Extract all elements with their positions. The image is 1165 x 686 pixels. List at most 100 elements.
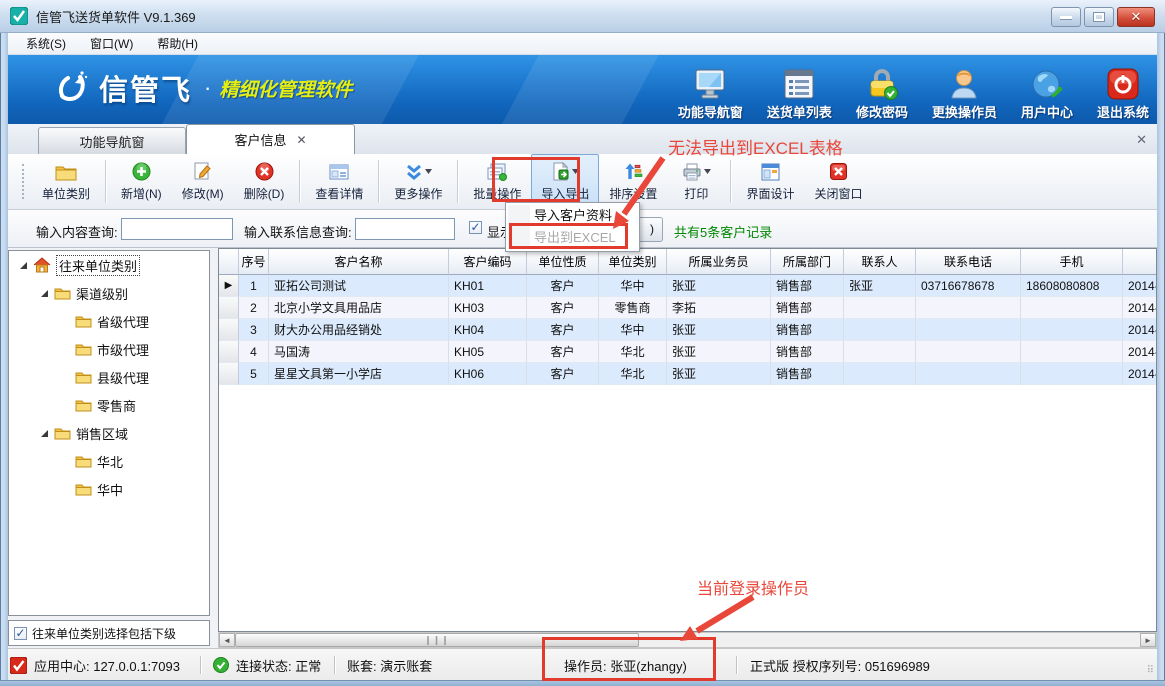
table-row[interactable]: ▶1亚拓公司测试KH01客户华中张亚销售部张亚03716678678186080…	[219, 275, 1156, 297]
banner-action-power[interactable]: 退出系统	[1095, 61, 1151, 121]
toolbar-button-label: 界面设计	[746, 185, 794, 202]
table-cell: 3	[239, 319, 269, 341]
menu-item-2[interactable]: 帮助(H)	[145, 33, 210, 54]
column-header-0[interactable]	[219, 249, 239, 275]
banner-action-label: 功能导航窗	[678, 102, 743, 121]
tab-customer-info[interactable]: 客户信息✕	[186, 124, 355, 154]
menu-item-1[interactable]: 窗口(W)	[78, 33, 145, 54]
tree-node-8[interactable]: 华中	[9, 475, 209, 503]
toolbar-button-detail[interactable]: 查看详情	[305, 154, 373, 209]
column-header-7[interactable]: 所属部门	[771, 249, 844, 275]
column-header-10[interactable]: 手机	[1021, 249, 1123, 275]
query-label: 输入内容查询:	[36, 222, 118, 241]
toolbar-button-delete[interactable]: 删除(D)	[234, 154, 295, 209]
column-header-8[interactable]: 联系人	[844, 249, 916, 275]
column-header-1[interactable]: 序号	[239, 249, 269, 275]
tree-node-5[interactable]: 零售商	[9, 391, 209, 419]
toolbar-button-more-actions[interactable]: 更多操作	[384, 154, 452, 209]
window-right-border	[1157, 33, 1165, 680]
tree-node-7[interactable]: 华北	[9, 447, 209, 475]
toolbar-button-add[interactable]: 新增(N)	[111, 154, 172, 209]
menu-item-0[interactable]: 系统(S)	[14, 33, 78, 54]
show-checkbox[interactable]: ✓	[469, 221, 482, 234]
menu-item-import-customer[interactable]: 导入客户资料	[506, 205, 639, 227]
column-header-9[interactable]: 联系电话	[916, 249, 1021, 275]
toolbar-button-design[interactable]: 界面设计	[736, 154, 804, 209]
toolbar-button-label: 导入导出	[541, 185, 589, 202]
tree-node-3[interactable]: 市级代理	[9, 335, 209, 363]
close-button[interactable]: ✕	[1117, 7, 1155, 27]
table-cell: 华中	[599, 319, 667, 341]
contact-query-input[interactable]	[355, 218, 455, 240]
table-cell	[916, 363, 1021, 385]
tab-nav-window[interactable]: 功能导航窗	[38, 127, 186, 154]
banner-action-delivery-list[interactable]: 送货单列表	[765, 61, 834, 121]
toolbar-button-import-export[interactable]: 导入导出	[531, 154, 599, 209]
toolbar-button-category-folder[interactable]: 单位类别	[32, 154, 100, 209]
tree-node-4[interactable]: 县级代理	[9, 363, 209, 391]
banner-action-operator[interactable]: 更换操作员	[930, 61, 999, 121]
resize-grip[interactable]: ⠿	[1147, 665, 1155, 676]
column-header-5[interactable]: 单位类别	[599, 249, 667, 275]
include-sub-label: 往来单位类别选择包括下级	[32, 625, 176, 642]
scrollbar-thumb[interactable]: ❙❙❙	[235, 633, 639, 647]
toolbar-button-close-window[interactable]: 关闭窗口	[804, 154, 872, 209]
customer-table: 序号客户名称客户编码单位性质单位类别所属业务员所属部门联系人联系电话手机▶1亚拓…	[218, 248, 1157, 632]
column-header-4[interactable]: 单位性质	[527, 249, 599, 275]
column-header-11[interactable]	[1123, 249, 1157, 275]
banner-action-monitor[interactable]: 功能导航窗	[676, 61, 745, 121]
minimize-button[interactable]	[1051, 7, 1081, 27]
import-export-menu: 导入客户资料导出到EXCEL	[505, 202, 640, 252]
tree-expander-icon[interactable]	[19, 261, 28, 270]
tree-expander-icon[interactable]	[40, 429, 49, 438]
banner-action-lock[interactable]: 修改密码	[854, 61, 910, 121]
table-row[interactable]: 5星星文具第一小学店KH06客户华北张亚销售部2014-	[219, 363, 1156, 385]
folder-icon	[75, 342, 92, 356]
table-cell	[844, 319, 916, 341]
more-actions-icon	[405, 163, 423, 181]
column-header-3[interactable]: 客户编码	[449, 249, 527, 275]
folder-icon	[75, 454, 92, 468]
horizontal-scrollbar: ◄ ❙❙❙ ►	[218, 632, 1157, 648]
row-selector[interactable]	[219, 341, 239, 363]
row-selector[interactable]	[219, 363, 239, 385]
app-window: 信管飞送货单软件 V9.1.369 ✕ 系统(S)窗口(W)帮助(H) 信管飞 …	[0, 0, 1165, 686]
include-sub-checkbox[interactable]: ✓	[14, 627, 27, 640]
tabbar-close-icon[interactable]: ✕	[1136, 132, 1147, 148]
app-center-icon	[10, 657, 27, 674]
query-input[interactable]	[121, 218, 233, 240]
table-cell: KH01	[449, 275, 527, 297]
row-selector[interactable]	[219, 297, 239, 319]
row-selector[interactable]	[219, 319, 239, 341]
toolbar-button-label: 单位类别	[42, 185, 90, 202]
toolbar-button-label: 新增(N)	[121, 185, 162, 202]
column-header-6[interactable]: 所属业务员	[667, 249, 771, 275]
tab-close-icon[interactable]: ✕	[296, 133, 306, 147]
toolbar-button-batch[interactable]: 批量操作	[463, 154, 531, 209]
maximize-button[interactable]	[1084, 7, 1114, 27]
tree-expander-icon[interactable]	[40, 289, 49, 298]
table-row[interactable]: 4马国涛KH05客户华北张亚销售部2014-	[219, 341, 1156, 363]
table-row[interactable]: 3财大办公用品经销处KH04客户华中张亚销售部2014-	[219, 319, 1156, 341]
table-cell: 星星文具第一小学店	[269, 363, 449, 385]
table-cell: 李拓	[667, 297, 771, 319]
banner-action-globe[interactable]: 用户中心	[1019, 61, 1075, 121]
toolbar-button-sort[interactable]: 排序设置	[599, 154, 667, 209]
menu-item-export-excel[interactable]: 导出到EXCEL	[506, 227, 639, 249]
monitor-icon	[692, 68, 728, 100]
tree-node-0[interactable]: 往来单位类别	[9, 251, 209, 279]
toolbar-grip	[22, 164, 26, 199]
scroll-left-arrow[interactable]: ◄	[219, 633, 235, 647]
column-header-2[interactable]: 客户名称	[269, 249, 449, 275]
menu-bar: 系统(S)窗口(W)帮助(H)	[8, 33, 1157, 55]
table-row[interactable]: 2北京小学文具用品店KH03客户零售商李拓销售部2014-	[219, 297, 1156, 319]
toolbar-button-edit[interactable]: 修改(M)	[172, 154, 234, 209]
tree-node-1[interactable]: 渠道级别	[9, 279, 209, 307]
tab-bar: ✕ 功能导航窗客户信息✕	[8, 124, 1157, 154]
tree-node-2[interactable]: 省级代理	[9, 307, 209, 335]
scroll-right-arrow[interactable]: ►	[1140, 633, 1156, 647]
toolbar-button-print[interactable]: 打印	[667, 154, 725, 209]
row-selector[interactable]: ▶	[219, 275, 239, 297]
table-cell: 华中	[599, 275, 667, 297]
tree-node-6[interactable]: 销售区域	[9, 419, 209, 447]
